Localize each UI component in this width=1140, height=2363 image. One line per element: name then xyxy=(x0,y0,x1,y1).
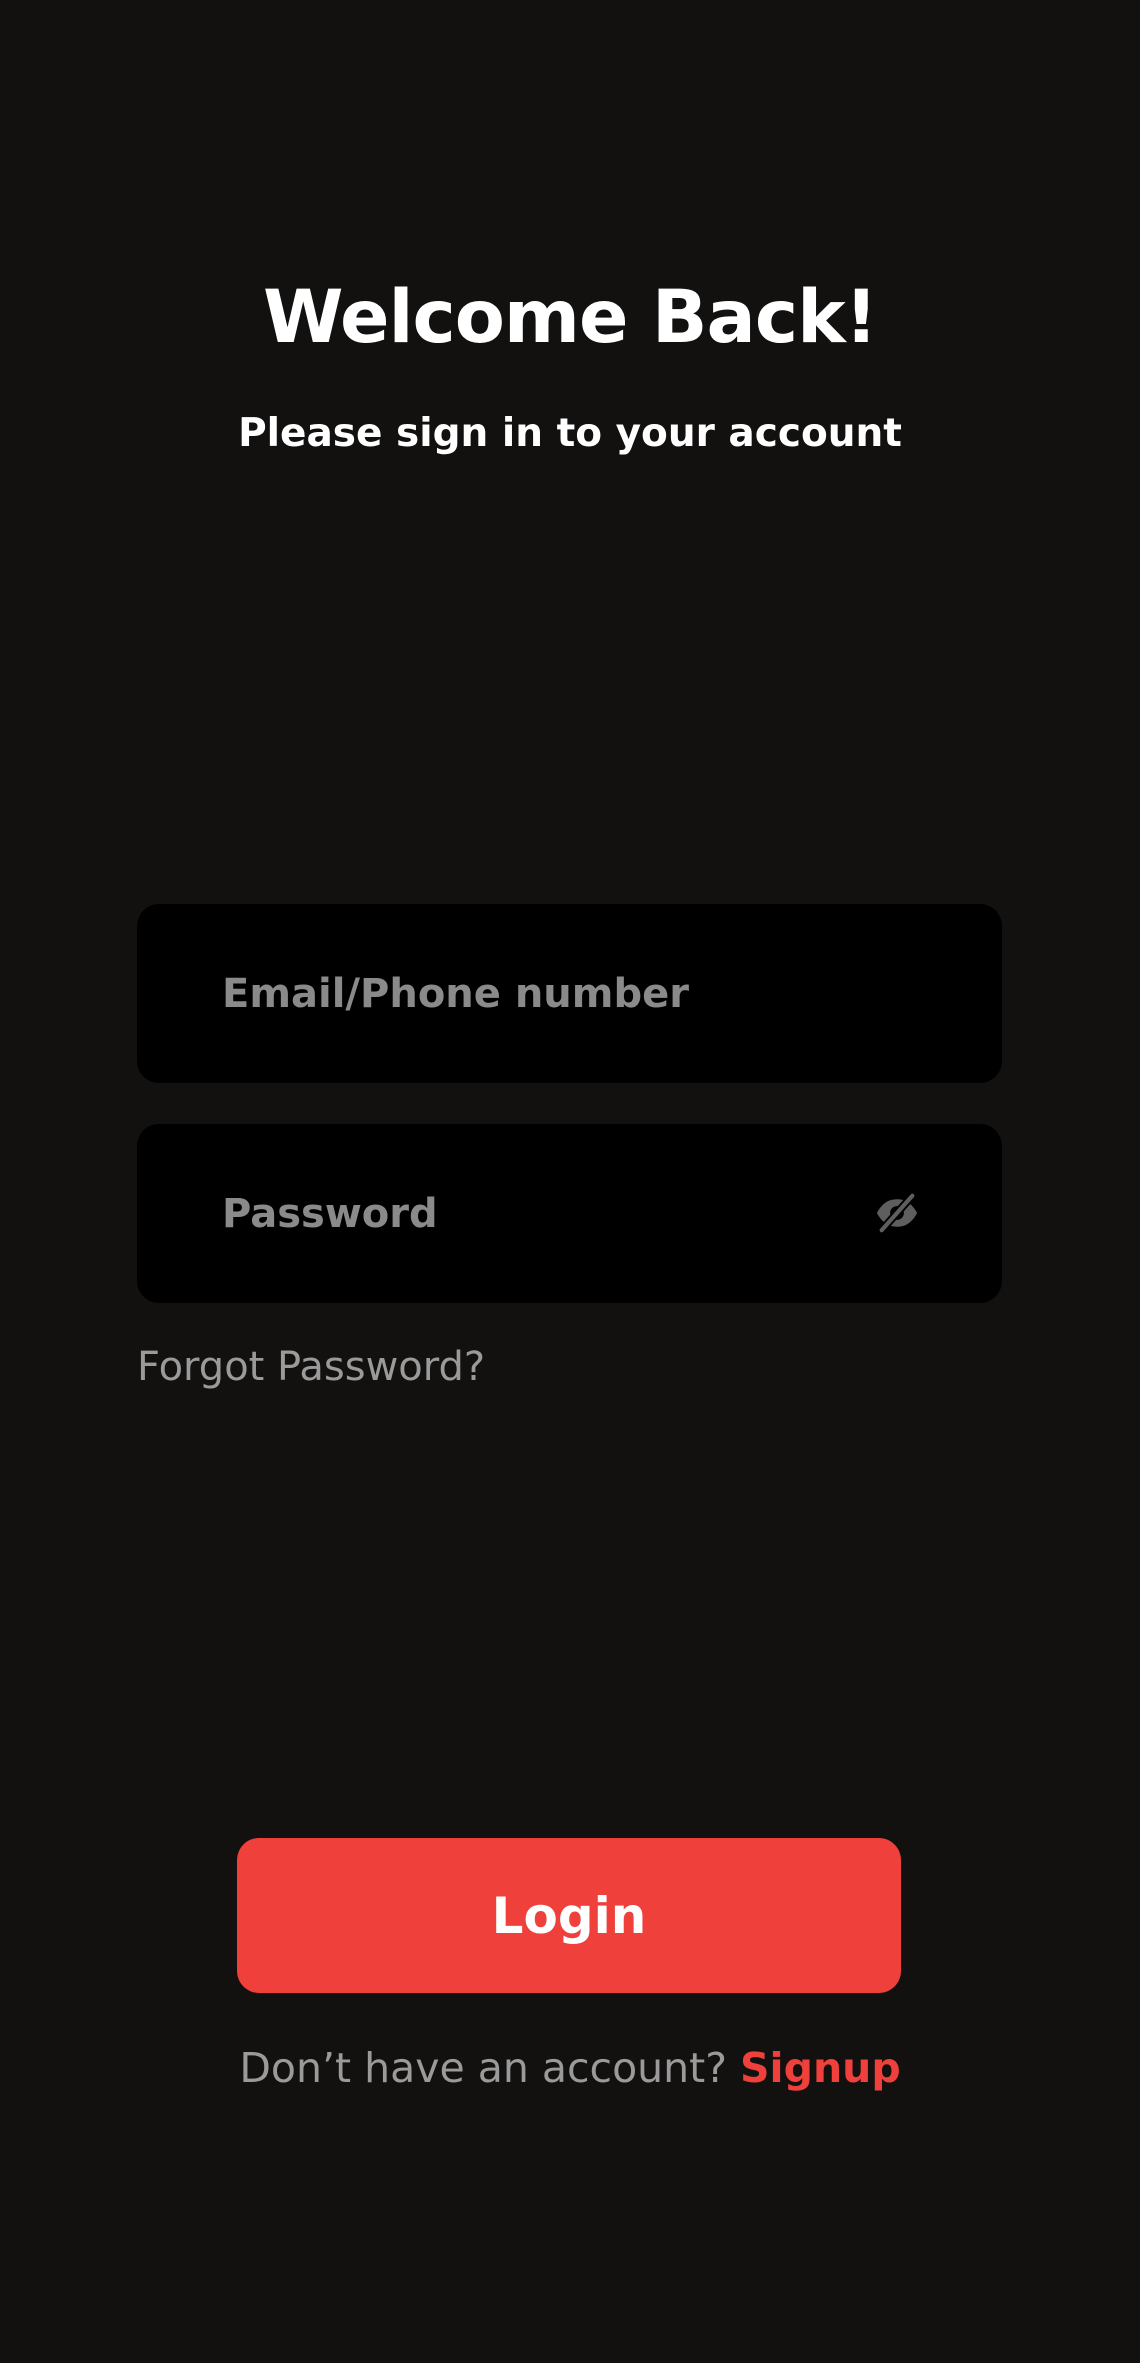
forgot-password-link[interactable]: Forgot Password? xyxy=(137,1338,485,1396)
password-input[interactable] xyxy=(222,1124,862,1303)
signup-prompt: Don’t have an account? xyxy=(239,2044,727,2092)
page-subtitle: Please sign in to your account xyxy=(238,411,902,456)
signup-row: Don’t have an account? Signup xyxy=(0,2038,1140,2098)
signup-link[interactable]: Signup xyxy=(740,2044,901,2092)
login-button[interactable]: Login xyxy=(237,1838,901,1993)
password-field[interactable] xyxy=(137,1124,1002,1303)
eye-slash-icon[interactable] xyxy=(874,1190,920,1236)
email-input[interactable] xyxy=(222,904,862,1083)
email-field[interactable] xyxy=(137,904,1002,1083)
page-title: Welcome Back! xyxy=(263,275,878,360)
